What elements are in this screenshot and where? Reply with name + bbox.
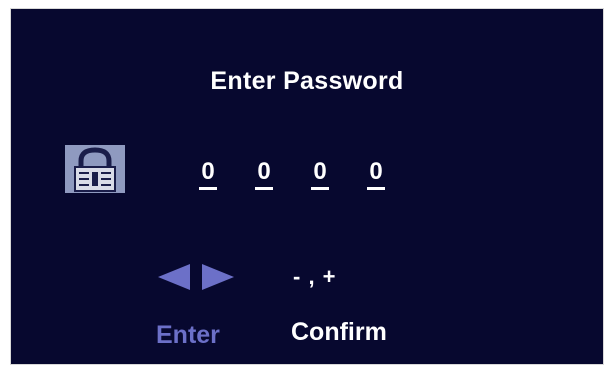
left-arrow-icon	[158, 264, 190, 290]
digit-underline	[367, 187, 385, 190]
digit-value: 0	[369, 158, 383, 185]
digit-value: 0	[313, 158, 327, 185]
adjust-hint: - , +	[293, 264, 337, 289]
digit-underline	[255, 187, 273, 190]
digit-value: 0	[201, 158, 215, 185]
password-digit-1[interactable]: 0	[199, 158, 255, 198]
digit-value: 0	[257, 158, 271, 185]
password-digit-4[interactable]: 0	[367, 158, 423, 198]
lock-icon	[65, 145, 125, 193]
confirm-label: Confirm	[291, 318, 387, 346]
digit-underline	[199, 187, 217, 190]
password-digits: 0 0 0 0	[199, 158, 423, 198]
password-dialog: Enter Password 0 0 0 0 - , + Enter Confi…	[10, 8, 604, 365]
dialog-title: Enter Password	[210, 67, 404, 95]
password-digit-2[interactable]: 0	[255, 158, 311, 198]
enter-label: Enter	[156, 321, 220, 349]
left-right-arrows-icon	[158, 264, 234, 290]
password-digit-3[interactable]: 0	[311, 158, 367, 198]
digit-underline	[311, 187, 329, 190]
right-arrow-icon	[202, 264, 234, 290]
